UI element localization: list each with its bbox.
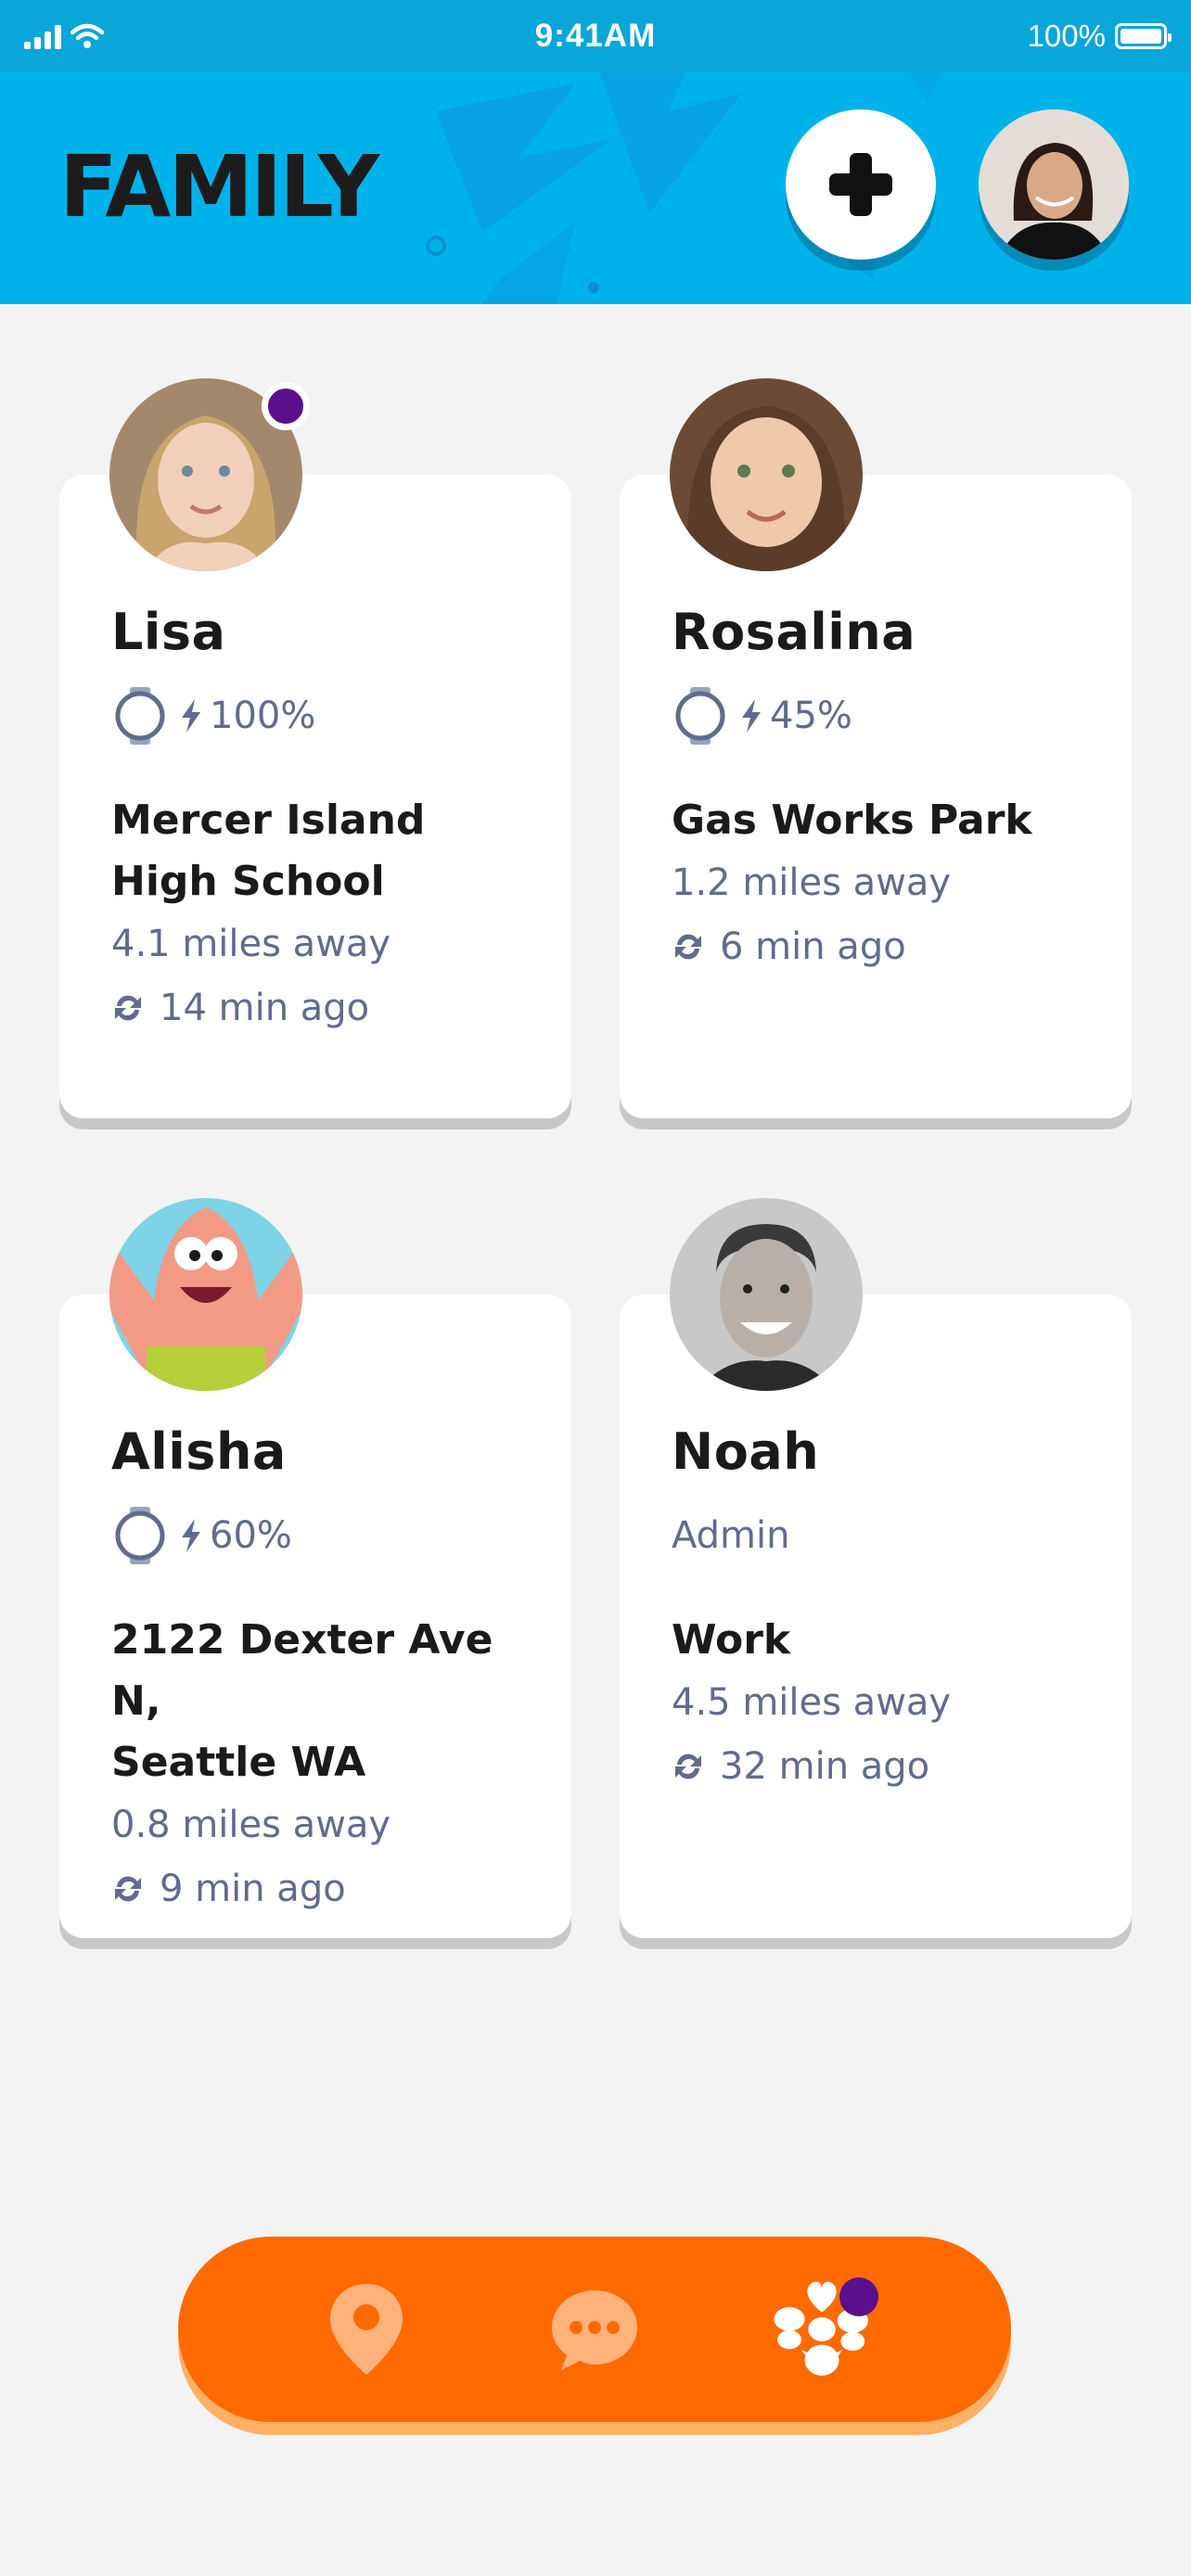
refresh-icon: [675, 934, 701, 960]
battery-level: 60%: [210, 1514, 292, 1557]
distance: 0.8 miles away: [111, 1804, 391, 1846]
member-role: Admin: [672, 1514, 790, 1557]
battery-percent: 100%: [1027, 19, 1106, 53]
battery-level: 45%: [770, 695, 852, 737]
notification-badge: [839, 2277, 878, 2316]
watch-icon: [675, 687, 725, 745]
status-bar: 9:41AM 100%: [0, 0, 1191, 72]
member-card-noah[interactable]: Noah Admin Work 4.5 miles away 32 min ag…: [620, 1198, 1132, 1938]
wifi-icon: [70, 23, 104, 48]
location-line-2: High School: [111, 858, 385, 905]
status-left: [24, 23, 210, 49]
location-name: Mercer Island High School: [111, 790, 519, 912]
status-right: 100%: [981, 19, 1172, 54]
plus-icon: [829, 153, 892, 216]
device-status: 60%: [111, 1506, 519, 1565]
battery-level: 100%: [210, 695, 316, 737]
member-name: Rosalina: [672, 603, 916, 661]
refresh-icon: [675, 1753, 701, 1779]
alisha-photo: [109, 1198, 302, 1391]
device-status: 45%: [672, 686, 1080, 746]
notification-dot: [262, 382, 310, 430]
member-name: Lisa: [111, 603, 226, 661]
profile-photo: [979, 109, 1129, 260]
member-card-lisa[interactable]: Lisa 100% Mercer Island High School 4.1 …: [59, 378, 571, 1118]
location-line-1: 2122 Dexter Ave N,: [111, 1616, 493, 1725]
rosalina-photo: [670, 378, 863, 571]
lightning-icon: [182, 1519, 200, 1552]
member-avatar: [670, 1198, 863, 1391]
last-updated: 6 min ago: [672, 914, 1080, 979]
distance: 1.2 miles away: [672, 861, 952, 904]
updated-time: 9 min ago: [160, 1868, 346, 1910]
chat-bubble-icon: [552, 2290, 637, 2370]
member-avatar: [670, 378, 863, 571]
app-header: 9:41AM 100% FAMILY: [0, 0, 1191, 304]
signal-icon: [24, 23, 61, 49]
nav-family[interactable]: [767, 2274, 878, 2385]
nav-chat[interactable]: [539, 2274, 650, 2385]
distance: 4.5 miles away: [672, 1681, 952, 1724]
bottom-nav: [178, 2237, 1011, 2422]
device-status: 100%: [111, 686, 519, 746]
last-updated: 14 min ago: [111, 976, 519, 1040]
member-card-rosalina[interactable]: Rosalina 45% Gas Works Park 1.2 miles aw…: [620, 378, 1132, 1118]
battery-icon: [1114, 23, 1172, 49]
location-line-1: Work: [672, 1616, 791, 1664]
location-line-2: Seattle WA: [111, 1739, 366, 1786]
location-pin-icon: [330, 2284, 403, 2375]
page-title: FAMILY: [59, 137, 379, 236]
distance: 4.1 miles away: [111, 923, 391, 965]
member-name: Alisha: [111, 1422, 287, 1481]
add-member-button[interactable]: [786, 109, 936, 260]
location-name: 2122 Dexter Ave N, Seattle WA: [111, 1610, 519, 1793]
watch-icon: [115, 1507, 165, 1564]
updated-time: 6 min ago: [720, 925, 906, 968]
watch-icon: [115, 687, 165, 745]
updated-time: 32 min ago: [720, 1745, 930, 1788]
location-name: Gas Works Park: [672, 790, 1080, 851]
updated-time: 14 min ago: [160, 987, 370, 1029]
my-profile-avatar[interactable]: [979, 109, 1129, 260]
nav-map[interactable]: [311, 2274, 422, 2385]
lightning-icon: [182, 699, 200, 733]
refresh-icon: [115, 1876, 141, 1902]
noah-photo: [670, 1198, 863, 1391]
location-line-1: Mercer Island: [111, 797, 426, 844]
last-updated: 32 min ago: [672, 1734, 1080, 1799]
member-card-alisha[interactable]: Alisha 60% 2122 Dexter Ave N, Seattle WA…: [59, 1198, 571, 1938]
member-avatar: [109, 1198, 302, 1391]
member-name: Noah: [672, 1422, 820, 1481]
location-line-1: Gas Works Park: [672, 797, 1032, 844]
location-name: Work: [672, 1610, 1080, 1671]
lightning-icon: [742, 699, 761, 733]
status-time: 9:41AM: [534, 18, 657, 54]
refresh-icon: [115, 995, 141, 1021]
last-updated: 9 min ago: [111, 1856, 519, 1921]
